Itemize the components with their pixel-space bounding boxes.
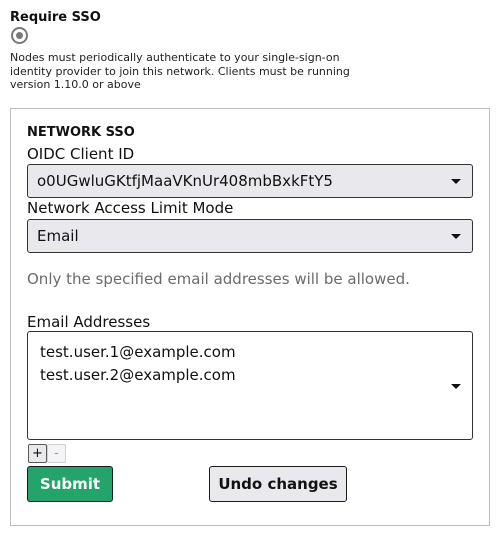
radio-selected-icon (16, 32, 23, 39)
access-limit-mode-select[interactable]: Email (27, 219, 473, 253)
require-sso-description: Nodes must periodically authenticate to … (10, 51, 350, 91)
submit-button[interactable]: Submit (27, 466, 113, 502)
chevron-down-icon (451, 179, 461, 184)
oidc-client-id-value: o0UGwluGKtfjMaaVKnUr408mbBxkFtY5 (37, 172, 333, 190)
add-email-button[interactable]: + (28, 444, 47, 463)
network-sso-section-title: NETWORK SSO (27, 125, 135, 140)
chevron-down-icon (451, 234, 461, 239)
access-limit-help-text: Only the specified email addresses will … (27, 270, 410, 288)
email-addresses-list[interactable]: test.user.1@example.com test.user.2@exam… (27, 331, 473, 440)
oidc-client-id-label: OIDC Client ID (27, 145, 135, 163)
access-limit-mode-label: Network Access Limit Mode (27, 199, 234, 217)
chevron-down-icon (451, 384, 461, 389)
remove-email-button[interactable]: - (47, 444, 66, 463)
oidc-client-id-select[interactable]: o0UGwluGKtfjMaaVKnUr408mbBxkFtY5 (27, 164, 473, 198)
email-list-item[interactable]: test.user.1@example.com (40, 341, 460, 364)
access-limit-mode-value: Email (37, 227, 79, 245)
require-sso-title: Require SSO (10, 10, 101, 25)
email-list-item[interactable]: test.user.2@example.com (40, 364, 460, 387)
email-addresses-label: Email Addresses (27, 313, 151, 331)
require-sso-radio[interactable] (11, 27, 28, 44)
undo-changes-button[interactable]: Undo changes (209, 466, 347, 502)
